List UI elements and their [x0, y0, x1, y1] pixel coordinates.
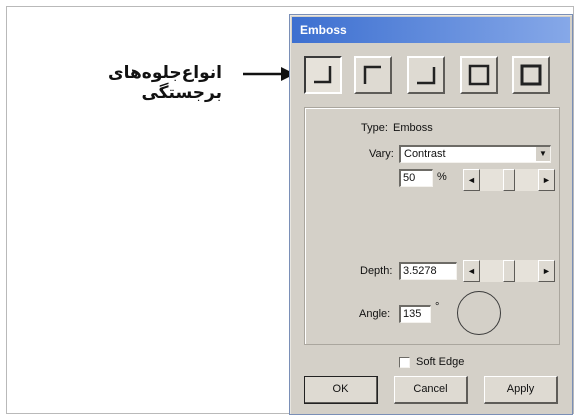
depth-field[interactable]: 3.5278 [399, 262, 457, 280]
annotation-arrow-icon [243, 67, 295, 81]
dialog-title: Emboss [292, 17, 570, 43]
depth-slider-right-button[interactable]: ► [538, 260, 555, 282]
vary-slider-left-button[interactable]: ◄ [463, 169, 480, 191]
emboss-type-button-3[interactable] [407, 56, 445, 94]
vary-percent-unit: % [437, 171, 447, 183]
depth-slider-thumb[interactable] [503, 260, 515, 282]
emboss-type-1-icon [314, 66, 332, 84]
emboss-type-2-icon [363, 65, 381, 84]
emboss-type-5-icon [520, 64, 542, 86]
type-value: Emboss [393, 122, 433, 134]
emboss-type-button-4[interactable] [460, 56, 498, 94]
vary-label: Vary: [369, 148, 394, 160]
vary-slider-track[interactable] [480, 169, 538, 191]
settings-panel: Type: Emboss Vary: Contrast ▼ 50 % ◄ ► D… [304, 107, 560, 368]
depth-label: Depth: [360, 265, 393, 277]
emboss-type-4-icon [468, 64, 490, 86]
emboss-type-button-1[interactable] [304, 56, 342, 94]
emboss-type-button-5[interactable] [512, 56, 550, 94]
emboss-type-button-2[interactable] [354, 56, 392, 94]
soft-edge-label[interactable]: Soft Edge [416, 356, 464, 368]
vary-slider-thumb[interactable] [503, 169, 515, 191]
emboss-dialog: Emboss Type: Emboss Vary: Contrast ▼ 50 … [289, 14, 573, 415]
angle-field[interactable]: 135 [399, 305, 431, 323]
vary-slider-right-button[interactable]: ► [538, 169, 555, 191]
angle-degree-unit: ° [435, 301, 440, 313]
apply-button[interactable]: Apply [484, 376, 558, 404]
angle-label: Angle: [359, 308, 391, 320]
annotation-label: انواع‌جلوه‌های برجستگی [108, 63, 222, 103]
vary-select[interactable]: Contrast ▼ [399, 145, 551, 163]
depth-slider-left-button[interactable]: ◄ [463, 260, 480, 282]
vary-amount-field[interactable]: 50 [399, 169, 433, 187]
vary-select-value: Contrast [404, 148, 446, 160]
emboss-type-3-icon [417, 67, 436, 85]
soft-edge-checkbox[interactable] [399, 357, 410, 368]
ok-button[interactable]: OK [304, 376, 378, 404]
cancel-button[interactable]: Cancel [394, 376, 468, 404]
angle-dial[interactable] [457, 291, 501, 335]
depth-slider-track[interactable] [480, 260, 538, 282]
type-label: Type: [361, 122, 388, 134]
dropdown-arrow-icon[interactable]: ▼ [535, 147, 550, 161]
